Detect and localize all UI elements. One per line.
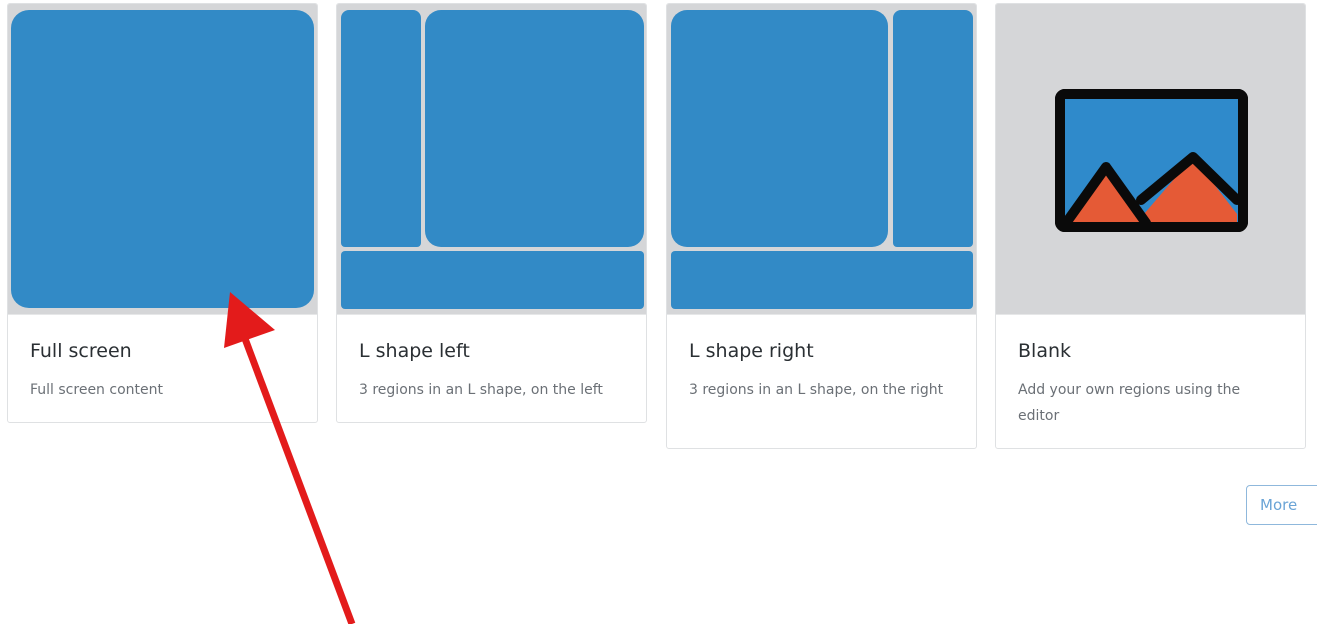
template-card-blank[interactable]: Blank Add your own regions using the edi… [995,3,1306,449]
layout-region [11,10,314,308]
more-button[interactable]: More [1246,485,1317,525]
layout-region [893,10,973,247]
template-preview [337,4,646,315]
template-title: L shape left [359,340,470,362]
layout-region [341,251,644,309]
template-card-l-shape-right[interactable]: L shape right 3 regions in an L shape, o… [666,3,977,449]
template-title: Blank [1018,340,1072,362]
template-preview [8,4,317,315]
template-description: Full screen content [30,382,163,398]
template-description: Add your own regions using the editor [1018,382,1241,424]
template-preview [667,4,976,315]
template-card-full-screen[interactable]: Full screen Full screen content [7,3,318,423]
template-title: L shape right [689,340,814,362]
layout-region [671,10,888,247]
template-description: 3 regions in an L shape, on the left [359,382,603,398]
layout-region [671,251,973,309]
template-title: Full screen [30,340,132,362]
template-preview [996,4,1305,315]
template-description: 3 regions in an L shape, on the right [689,382,944,398]
layout-region [425,10,644,247]
layout-region [341,10,421,247]
template-card-l-shape-left[interactable]: L shape left 3 regions in an L shape, on… [336,3,647,423]
image-placeholder-icon [1055,89,1248,232]
layout-template-gallery: Full screen Full screen content L shape … [0,0,1317,624]
